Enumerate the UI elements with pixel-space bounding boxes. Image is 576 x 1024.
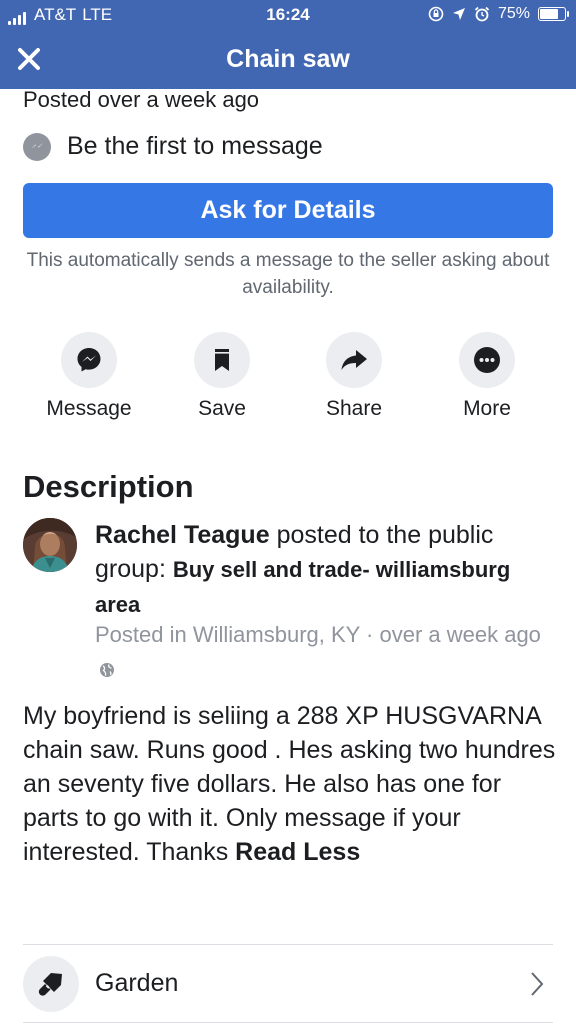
action-row: Message Save Share More [0, 332, 576, 432]
messenger-icon [61, 332, 117, 388]
description-heading: Description [23, 469, 194, 504]
more-label: More [463, 397, 511, 420]
post-author-line: Rachel Teague posted to the public group… [95, 518, 560, 622]
share-arrow-icon [326, 332, 382, 388]
description-body: My boyfriend is seliing a 288 XP HUSGVAR… [23, 699, 563, 869]
bookmark-icon [194, 332, 250, 388]
ask-for-details-button[interactable]: Ask for Details [23, 183, 553, 238]
location-text: Posted in Williamsburg, KY · over a week… [95, 622, 541, 647]
message-action[interactable]: Message [24, 332, 154, 421]
divider [23, 1022, 553, 1023]
more-dots-icon [459, 332, 515, 388]
category-label: Garden [95, 969, 179, 997]
save-action[interactable]: Save [157, 332, 287, 421]
status-bar: AT&T LTE 16:24 75% [0, 0, 576, 30]
nav-bar: Chain saw [0, 30, 576, 89]
read-less-link[interactable]: Read Less [235, 838, 360, 866]
location-icon [452, 8, 465, 20]
alarm-icon [474, 6, 490, 22]
post-location: Posted in Williamsburg, KY · over a week… [95, 618, 565, 686]
battery-icon [538, 7, 569, 21]
first-message-text: Be the first to message [67, 132, 323, 160]
trowel-icon [23, 956, 79, 1012]
chevron-right-icon [531, 972, 544, 996]
posted-time: Posted over a week ago [23, 87, 260, 112]
share-label: Share [325, 397, 383, 420]
more-action[interactable]: More [422, 332, 552, 421]
orientation-lock-icon [428, 6, 444, 22]
battery-percent: 75% [497, 5, 530, 22]
ask-note: This automatically sends a message to th… [26, 250, 550, 298]
messenger-icon [23, 132, 51, 161]
avatar[interactable] [23, 518, 77, 572]
page-title: Chain saw [226, 45, 350, 73]
message-label: Message [46, 397, 132, 420]
status-icons: 75% [428, 5, 569, 23]
save-label: Save [198, 397, 246, 420]
author-name[interactable]: Rachel Teague [95, 521, 270, 549]
category-row[interactable]: Garden [0, 945, 576, 1023]
message-status: Be the first to message [23, 132, 323, 161]
share-action[interactable]: Share [289, 332, 419, 421]
globe-icon [100, 663, 114, 678]
